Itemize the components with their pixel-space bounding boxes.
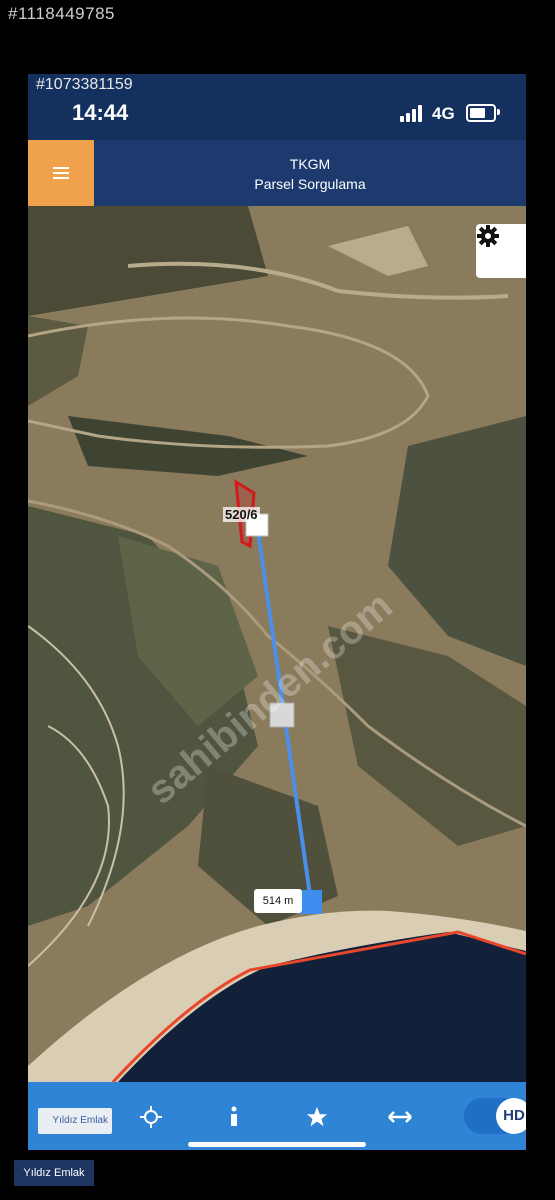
app-subtitle: Parsel Sorgulama — [254, 176, 366, 192]
bottom-toolbar: Yıldız Emlak HD — [28, 1082, 526, 1150]
watermark-brand-logo: Yıldız Emlak — [14, 1160, 94, 1186]
status-time: 14:44 — [72, 100, 129, 125]
info-icon[interactable] — [219, 1102, 249, 1132]
menu-button[interactable] — [28, 140, 94, 206]
listing-id: #1073381159 — [36, 76, 133, 93]
app-header: TKGM Parsel Sorgulama — [28, 140, 526, 206]
satellite-map[interactable]: sahibinden.com 520/6 514 m — [28, 206, 526, 1082]
crosshair-icon[interactable] — [136, 1102, 166, 1132]
settings-button[interactable] — [476, 224, 526, 278]
home-indicator — [188, 1142, 366, 1147]
battery-icon — [466, 104, 500, 122]
hamburger-icon — [53, 167, 69, 179]
map-imagery — [28, 206, 526, 1082]
distance-label: 514 m — [254, 889, 302, 913]
app-title: TKGM — [289, 156, 331, 172]
phone-screen: #1073381159 14:44 4G TKGM Parsel Sorgula… — [28, 74, 526, 1150]
brand-logo: Yıldız Emlak — [38, 1108, 112, 1134]
signal-icon — [400, 104, 426, 122]
gear-icon — [477, 225, 499, 247]
double-arrow-icon[interactable] — [385, 1102, 415, 1132]
watermark-listing-number: #1118449785 — [8, 4, 115, 23]
star-icon[interactable] — [302, 1102, 332, 1132]
hd-toggle-knob[interactable]: HD — [496, 1098, 526, 1134]
app-title-block: TKGM Parsel Sorgulama — [94, 154, 526, 194]
parcel-label: 520/6 — [223, 507, 260, 522]
network-type: 4G — [432, 104, 455, 123]
status-bar: #1073381159 14:44 4G — [28, 74, 526, 140]
